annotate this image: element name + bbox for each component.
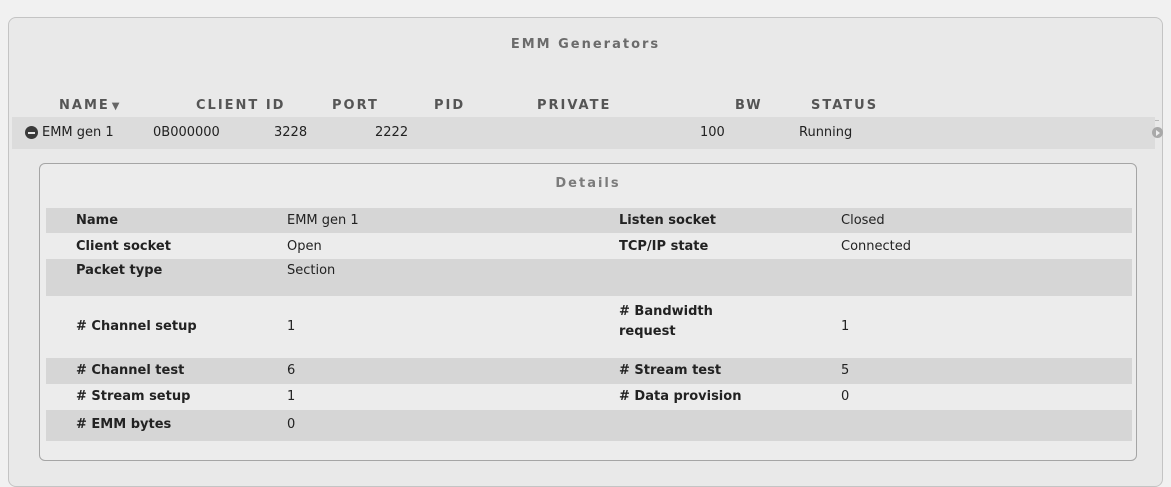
detail-value: Closed xyxy=(841,213,885,228)
generator-bw: 100 xyxy=(700,125,725,140)
table-header: NAME ▼ CLIENT ID PORT PID PRIVATE BW STAT… xyxy=(51,80,1159,121)
column-header-status[interactable]: STATUS xyxy=(811,98,878,113)
details-title: Details xyxy=(555,176,621,191)
detail-label: TCP/IP state xyxy=(619,239,709,254)
detail-value: EMM gen 1 xyxy=(287,213,359,228)
detail-value: Connected xyxy=(841,239,912,254)
detail-label: # Stream setup xyxy=(76,389,191,404)
detail-value: 6 xyxy=(287,363,296,378)
detail-label: # Bandwidth request xyxy=(619,304,713,339)
chevron-right-icon[interactable] xyxy=(1152,127,1163,138)
column-header-client-id[interactable]: CLIENT ID xyxy=(196,98,285,113)
column-header-name[interactable]: NAME ▼ xyxy=(59,98,119,113)
detail-label: Packet type xyxy=(76,263,163,278)
detail-label: # Channel setup xyxy=(76,319,197,334)
generator-status: Running xyxy=(799,125,853,140)
details-row: Packet type Section xyxy=(46,259,1132,296)
detail-label: Listen socket xyxy=(619,213,716,228)
detail-label: # EMM bytes xyxy=(76,417,172,432)
details-row: Client socket Open TCP/IP state Connecte… xyxy=(46,233,1132,259)
detail-label: # Data provision xyxy=(619,389,742,404)
column-header-name-label: NAME xyxy=(59,98,110,113)
detail-value: 1 xyxy=(287,389,296,404)
column-header-bw[interactable]: BW xyxy=(735,98,763,113)
generator-name: EMM gen 1 xyxy=(42,125,114,140)
column-header-port[interactable]: PORT xyxy=(332,98,379,113)
collapse-icon[interactable] xyxy=(25,126,38,139)
panel-title: EMM Generators xyxy=(510,37,661,52)
detail-label: # Channel test xyxy=(76,363,185,378)
sort-descending-icon: ▼ xyxy=(111,101,120,112)
details-row: # Stream setup 1 # Data provision 0 xyxy=(46,384,1132,410)
detail-value: 1 xyxy=(841,319,850,334)
detail-value: 1 xyxy=(287,319,296,334)
detail-label: # Stream test xyxy=(619,363,722,378)
table-row[interactable]: EMM gen 1 0B000000 3228 2222 100 Running xyxy=(12,117,1163,149)
detail-label: Name xyxy=(76,213,119,228)
details-row: # EMM bytes 0 xyxy=(46,410,1132,441)
detail-value: 0 xyxy=(287,417,296,432)
generator-pid: 2222 xyxy=(375,125,409,140)
details-row: Name EMM gen 1 Listen socket Closed xyxy=(46,208,1132,233)
details-row: # Channel setup 1 # Bandwidth request 1 xyxy=(46,296,1132,358)
column-header-pid[interactable]: PID xyxy=(434,98,465,113)
generator-client-id: 0B000000 xyxy=(153,125,220,140)
detail-value: Open xyxy=(287,239,322,254)
detail-label: Client socket xyxy=(76,239,171,254)
generator-port: 3228 xyxy=(274,125,308,140)
detail-value: Section xyxy=(287,263,336,278)
detail-value: 0 xyxy=(841,389,850,404)
details-panel: Details Name EMM gen 1 Listen socket Clo… xyxy=(39,163,1137,461)
detail-value: 5 xyxy=(841,363,850,378)
details-row: # Channel test 6 # Stream test 5 xyxy=(46,358,1132,384)
column-header-private[interactable]: PRIVATE xyxy=(537,98,611,113)
